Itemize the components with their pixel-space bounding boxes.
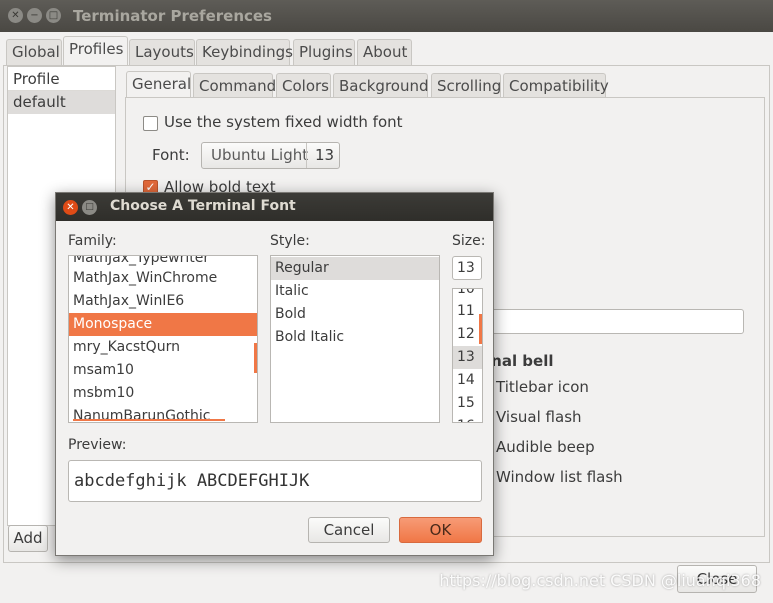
family-label: Family: xyxy=(68,233,117,249)
list-item-selected[interactable]: 13 xyxy=(453,346,482,369)
dialog-title: Choose A Terminal Font xyxy=(110,198,296,214)
size-list[interactable]: 10 11 12 13 14 15 16 xyxy=(452,288,483,423)
bell-audible-beep-label[interactable]: Audible beep xyxy=(496,438,595,456)
list-item[interactable]: Bold Italic xyxy=(271,326,439,349)
tab-about[interactable]: About xyxy=(357,39,412,66)
dialog-close-icon[interactable]: ✕ xyxy=(63,200,78,215)
list-item[interactable]: 14 xyxy=(453,369,482,392)
list-item[interactable]: 15 xyxy=(453,392,482,415)
list-item[interactable]: Bold xyxy=(271,303,439,326)
profile-item-default[interactable]: default xyxy=(8,91,115,114)
font-picker-button[interactable]: Ubuntu Light 13 xyxy=(201,142,340,169)
preview-field[interactable]: abcdefghijk ABCDEFGHIJK xyxy=(68,460,482,502)
style-list[interactable]: Regular Italic Bold Bold Italic xyxy=(270,255,440,423)
bell-window-list-flash-label[interactable]: Window list flash xyxy=(496,468,623,486)
maximize-icon[interactable]: □ xyxy=(46,8,61,23)
tab-command[interactable]: Command xyxy=(193,73,276,100)
font-label: Font: xyxy=(152,146,190,164)
tab-global[interactable]: Global xyxy=(6,39,62,66)
size-scrollbar[interactable] xyxy=(479,314,482,344)
list-item-selected[interactable]: Monospace xyxy=(69,313,257,336)
tab-keybindings[interactable]: Keybindings xyxy=(196,39,293,66)
font-size: 13 xyxy=(315,146,335,164)
tab-plugins[interactable]: Plugins xyxy=(293,39,355,66)
preview-label: Preview: xyxy=(68,437,127,453)
font-name: Ubuntu Light xyxy=(211,146,309,164)
window-title: Terminator Preferences xyxy=(73,7,272,25)
bell-visual-flash-label[interactable]: Visual flash xyxy=(496,408,582,426)
tab-colors[interactable]: Colors xyxy=(276,73,331,100)
list-item[interactable]: 12 xyxy=(453,323,482,346)
tab-layouts[interactable]: Layouts xyxy=(129,39,195,66)
list-item[interactable]: msbm10 xyxy=(69,382,257,405)
family-list[interactable]: MathJax_Typewriter MathJax_WinChrome Mat… xyxy=(68,255,258,423)
list-item[interactable]: Italic xyxy=(271,280,439,303)
list-item[interactable]: 11 xyxy=(453,300,482,323)
tab-scrolling[interactable]: Scrolling xyxy=(431,73,501,100)
close-icon[interactable]: ✕ xyxy=(8,8,23,23)
font-button-divider xyxy=(306,143,307,168)
family-hscroll-indicator[interactable] xyxy=(73,419,225,421)
list-item[interactable]: MathJax_WinChrome xyxy=(69,267,257,290)
system-font-label: Use the system fixed width font xyxy=(164,113,403,131)
size-input[interactable]: 13 xyxy=(452,256,482,280)
list-item[interactable]: mry_KacstQurn xyxy=(69,336,257,359)
tab-background[interactable]: Background xyxy=(333,73,429,100)
list-item-selected[interactable]: Regular xyxy=(271,257,439,280)
style-label: Style: xyxy=(270,233,310,249)
list-item[interactable]: MathJax_WinIE6 xyxy=(69,290,257,313)
dialog-titlebar[interactable]: ✕ □ Choose A Terminal Font xyxy=(56,193,493,221)
size-label: Size: xyxy=(452,233,486,249)
cancel-button[interactable]: Cancel xyxy=(308,517,390,543)
profile-list-header: Profile xyxy=(8,67,115,91)
bell-titlebar-icon-label[interactable]: Titlebar icon xyxy=(496,378,589,396)
ok-button[interactable]: OK xyxy=(399,517,482,543)
watermark: https://blog.csdn.net CSDN @liuanqi368 xyxy=(439,571,761,590)
window-titlebar[interactable]: ✕ − □ Terminator Preferences xyxy=(0,0,773,32)
family-scrollbar[interactable] xyxy=(254,343,257,373)
minimize-icon[interactable]: − xyxy=(27,8,42,23)
text-field[interactable] xyxy=(480,309,744,334)
system-font-checkbox[interactable] xyxy=(143,116,158,131)
font-chooser-dialog: ✕ □ Choose A Terminal Font Family: Style… xyxy=(55,192,494,556)
list-item[interactable]: msam10 xyxy=(69,359,257,382)
list-item[interactable]: 16 xyxy=(453,415,482,422)
terminal-bell-heading: inal bell xyxy=(486,352,554,370)
dialog-maximize-icon[interactable]: □ xyxy=(82,200,97,215)
add-profile-button[interactable]: Add xyxy=(8,525,48,552)
tab-profiles[interactable]: Profiles xyxy=(63,36,128,66)
tab-compatibility[interactable]: Compatibility xyxy=(503,73,609,100)
